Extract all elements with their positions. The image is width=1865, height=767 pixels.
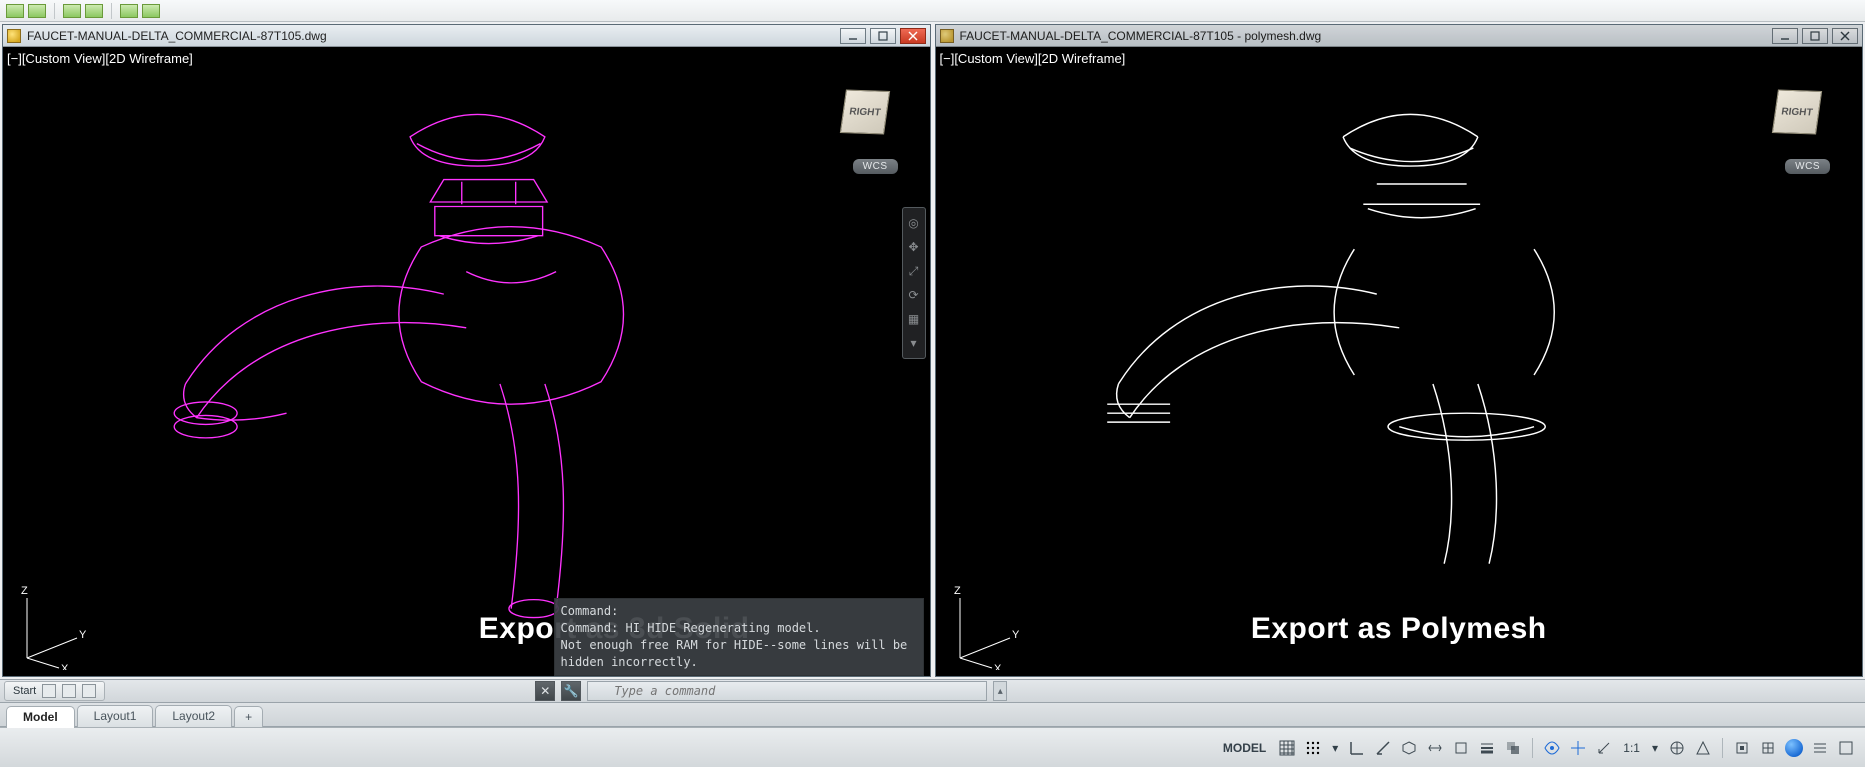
- wcs-chip[interactable]: WCS: [853, 159, 898, 174]
- status-dropdown-icon[interactable]: ▾: [1648, 741, 1662, 755]
- close-button[interactable]: [1832, 28, 1858, 44]
- command-prompt-settings-icon[interactable]: 🔧: [561, 681, 581, 701]
- top-ribbon: [0, 0, 1865, 22]
- titlebar-left[interactable]: FAUCET-MANUAL-DELTA_COMMERCIAL-87T105.dw…: [3, 25, 930, 47]
- command-line-row: Start ✕ 🔧 ▴: [0, 679, 1865, 703]
- globe-icon: [1785, 739, 1803, 757]
- ribbon-swatch[interactable]: [120, 4, 138, 18]
- command-prompt-close-icon[interactable]: ✕: [535, 681, 555, 701]
- hardware-acceleration-icon[interactable]: [1757, 737, 1779, 759]
- titlebar-right[interactable]: FAUCET-MANUAL-DELTA_COMMERCIAL-87T105 - …: [936, 25, 1863, 47]
- ribbon-swatch[interactable]: [142, 4, 160, 18]
- ribbon-swatch[interactable]: [6, 4, 24, 18]
- tab-layout1[interactable]: Layout1: [77, 705, 154, 727]
- tab-model[interactable]: Model: [6, 706, 75, 728]
- tab-add[interactable]: +: [234, 706, 263, 727]
- start-mini-icon: [62, 684, 76, 698]
- titlebar-text: FAUCET-MANUAL-DELTA_COMMERCIAL-87T105.dw…: [25, 29, 840, 43]
- command-history-line: Command:: [561, 603, 917, 620]
- autoscale-icon[interactable]: [1567, 737, 1589, 759]
- nav-expand-icon[interactable]: ▾: [905, 334, 923, 352]
- start-mini-icon: [42, 684, 56, 698]
- annotation-monitor-icon[interactable]: [1692, 737, 1714, 759]
- ribbon-swatch[interactable]: [28, 4, 46, 18]
- workspace: FAUCET-MANUAL-DELTA_COMMERCIAL-87T105.dw…: [0, 22, 1865, 679]
- snap-mode-icon[interactable]: [1302, 737, 1324, 759]
- viewport-left[interactable]: [−][Custom View][2D Wireframe]: [3, 47, 930, 676]
- object-snap-2d-icon[interactable]: [1450, 737, 1472, 759]
- isometric-drafting-icon[interactable]: [1398, 737, 1420, 759]
- command-input[interactable]: [587, 681, 987, 701]
- close-button[interactable]: [900, 28, 926, 44]
- viewcube[interactable]: RIGHT: [830, 77, 900, 147]
- annotation-scale-icon[interactable]: [1593, 737, 1615, 759]
- viewcube-face[interactable]: RIGHT: [1772, 89, 1822, 134]
- command-history-toggle-icon[interactable]: ▴: [993, 681, 1007, 701]
- ortho-mode-icon[interactable]: [1346, 737, 1368, 759]
- grid-display-icon[interactable]: [1276, 737, 1298, 759]
- nav-pan-icon[interactable]: ✥: [905, 238, 923, 256]
- statusbar-separator: [1722, 738, 1723, 758]
- workspace-switching-icon[interactable]: [1666, 737, 1688, 759]
- ribbon-swatch[interactable]: [63, 4, 81, 18]
- navigation-bar[interactable]: ◎ ✥ ⤢ ⟳ ▦ ▾: [902, 207, 926, 359]
- maximize-button[interactable]: [1802, 28, 1828, 44]
- minimize-button[interactable]: [840, 28, 866, 44]
- tab-layout2[interactable]: Layout2: [155, 705, 232, 727]
- object-snap-tracking-icon[interactable]: [1424, 737, 1446, 759]
- command-history[interactable]: Command: Command: HI HIDE Regenerating m…: [554, 598, 924, 676]
- minimize-button[interactable]: [1772, 28, 1798, 44]
- customization-icon[interactable]: [1809, 737, 1831, 759]
- maximize-button[interactable]: [870, 28, 896, 44]
- annotation-scale-value[interactable]: 1:1: [1619, 741, 1644, 755]
- drawing-window-right: FAUCET-MANUAL-DELTA_COMMERCIAL-87T105 - …: [935, 24, 1864, 677]
- drawing-right: [936, 47, 1863, 676]
- annotation-right: Export as Polymesh: [1251, 612, 1547, 646]
- command-history-line: Not enough free RAM for HIDE--some lines…: [561, 637, 917, 671]
- drawing-left: [3, 47, 930, 676]
- start-mini-icon: [82, 684, 96, 698]
- command-prompt: ✕ 🔧 ▴: [535, 680, 1007, 702]
- drawing-window-left: FAUCET-MANUAL-DELTA_COMMERCIAL-87T105.dw…: [2, 24, 931, 677]
- start-label: Start: [13, 685, 36, 697]
- polar-tracking-icon[interactable]: [1372, 737, 1394, 759]
- statusbar-separator: [1532, 738, 1533, 758]
- statusbar-menu-icon[interactable]: [1835, 737, 1857, 759]
- wcs-chip[interactable]: WCS: [1785, 159, 1830, 174]
- nav-orbit-icon[interactable]: ⟳: [905, 286, 923, 304]
- nav-showmotion-icon[interactable]: ▦: [905, 310, 923, 328]
- viewcube-face[interactable]: RIGHT: [839, 89, 889, 134]
- nav-zoom-icon[interactable]: ⤢: [905, 262, 923, 280]
- viewcube[interactable]: RIGHT: [1762, 77, 1832, 147]
- status-bar: MODEL ▾ 1:1 ▾: [0, 727, 1865, 767]
- isolate-objects-icon[interactable]: [1731, 737, 1753, 759]
- dwg-file-icon: [7, 29, 21, 43]
- titlebar-text: FAUCET-MANUAL-DELTA_COMMERCIAL-87T105 - …: [958, 29, 1773, 43]
- annotation-visibility-icon[interactable]: [1541, 737, 1563, 759]
- lineweight-icon[interactable]: [1476, 737, 1498, 759]
- start-tab[interactable]: Start: [4, 681, 105, 701]
- command-history-line: Command: HI HIDE Regenerating model.: [561, 620, 917, 637]
- clean-screen-icon[interactable]: [1783, 737, 1805, 759]
- transparency-icon[interactable]: [1502, 737, 1524, 759]
- status-dropdown-icon[interactable]: ▾: [1328, 741, 1342, 755]
- status-model-label[interactable]: MODEL: [1217, 741, 1272, 755]
- dwg-file-icon: [940, 29, 954, 43]
- layout-tab-bar: Model Layout1 Layout2 +: [0, 703, 1865, 727]
- viewport-right[interactable]: [−][Custom View][2D Wireframe]: [936, 47, 1863, 676]
- nav-wheel-icon[interactable]: ◎: [905, 214, 923, 232]
- ribbon-swatch[interactable]: [85, 4, 103, 18]
